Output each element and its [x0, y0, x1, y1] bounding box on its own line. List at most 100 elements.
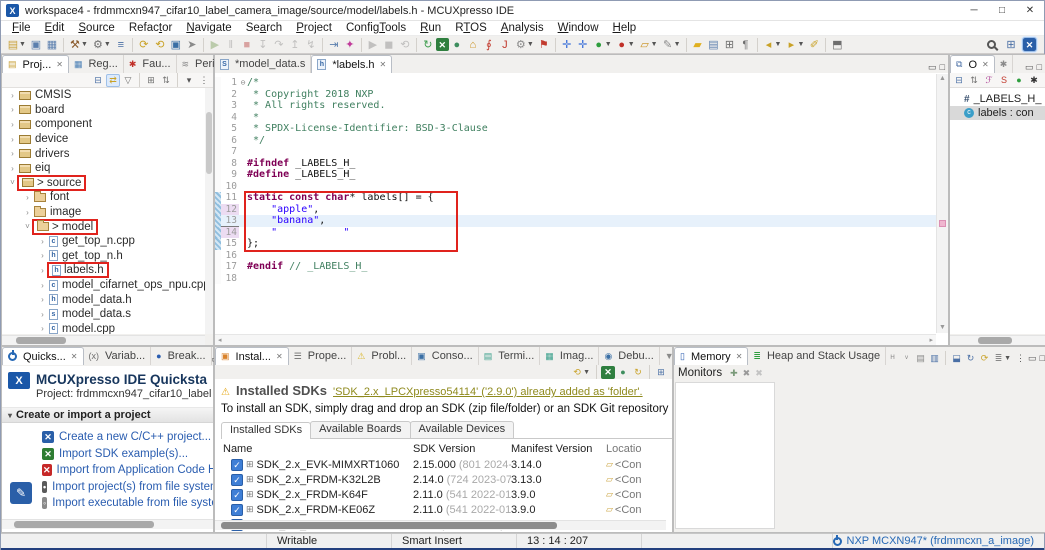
debug-resume-icon[interactable]: ▶: [207, 37, 223, 53]
quickstart-section-header[interactable]: ▾ Create or import a project: [2, 407, 213, 423]
tree-item-CMSIS[interactable]: › CMSIS: [2, 88, 205, 103]
project-tab-registers[interactable]: ▦ Reg...: [69, 55, 124, 73]
tree-expand-arrow[interactable]: ›: [23, 208, 32, 217]
hide-static-icon[interactable]: S: [997, 74, 1011, 87]
create-project-link[interactable]: ✕ Create a new C/C++ project...: [42, 429, 213, 446]
menu-configtools[interactable]: ConfigTools: [339, 22, 413, 34]
grid-view-icon[interactable]: ⊞: [722, 37, 738, 53]
quickstart-hscrollbar[interactable]: [2, 519, 213, 529]
tree-expand-arrow[interactable]: ˅: [8, 178, 17, 187]
fold-marker[interactable]: ⊖: [239, 78, 247, 87]
menu-search[interactable]: Search: [239, 22, 289, 34]
tree-item-model-data.h[interactable]: › h model_data.h: [2, 292, 205, 307]
column-header-manifest-version[interactable]: Manifest Version: [511, 443, 606, 455]
step-return-icon[interactable]: ↥: [287, 37, 303, 53]
sdk-already-added-link[interactable]: 'SDK_2.x_LPCXpresso54114' ('2.9.0') alre…: [333, 386, 643, 398]
flash-tool-icon[interactable]: ⚑: [536, 37, 552, 53]
project-settings-icon[interactable]: ≡: [113, 37, 129, 53]
editor-tab-model-data-s[interactable]: S *model_data.s: [215, 55, 312, 73]
code-line-16[interactable]: 16: [215, 249, 948, 261]
tree-item--source[interactable]: ˅ > source: [2, 174, 205, 191]
open-perspective-icon[interactable]: ⊞: [1003, 37, 1019, 53]
sdk-table-hscrollbar[interactable]: [215, 520, 666, 530]
link-with-editor-icon[interactable]: ⇄: [106, 73, 120, 87]
refresh-icon[interactable]: ⟳: [136, 37, 152, 53]
sdk-tab-console[interactable]: ▣ Conso...: [412, 347, 479, 365]
tree-item-drivers[interactable]: › drivers: [2, 146, 205, 161]
code-line-13[interactable]: 13 "banana",: [215, 215, 948, 227]
sdk-tab-properties[interactable]: ☰ Prope...: [289, 347, 353, 365]
mem-more-icon[interactable]: ⋮: [1014, 352, 1027, 365]
drop-to-frame-icon[interactable]: ↯: [303, 37, 319, 53]
layout-icon[interactable]: ⊞: [144, 74, 158, 87]
outline-tab-build-targets[interactable]: ✱: [995, 55, 1014, 73]
search-icon[interactable]: [983, 37, 999, 53]
outline-item-labels-con[interactable]: c labels : con: [950, 106, 1045, 120]
step-over-icon[interactable]: ↷: [271, 37, 287, 53]
sdk-tab-image-info[interactable]: ▦ Imag...: [540, 347, 600, 365]
new-wizard-dropdown-arrow[interactable]: ▼: [19, 41, 26, 48]
sdk-subtab-installed-sdks[interactable]: Installed SDKs: [221, 422, 312, 439]
tree-item-model-cifarnet-ops-npu.cpp[interactable]: › c model_cifarnet_ops_npu.cpp: [2, 278, 205, 293]
perspective-develop-icon[interactable]: ✕: [1022, 37, 1037, 52]
code-line-5[interactable]: 5 * SPDX-License-Identifier: BSD-3-Claus…: [215, 123, 948, 135]
sdk-checkbox[interactable]: ✓: [231, 473, 243, 486]
new-memory-tab-icon[interactable]: ▤: [914, 352, 927, 365]
filters-icon[interactable]: ▽: [121, 74, 135, 87]
memory-tab-heap-stack-usage[interactable]: ≣ Heap and Stack Usage: [748, 347, 887, 365]
sdk-website-icon[interactable]: ●: [616, 366, 630, 379]
open-console-icon[interactable]: ▣: [168, 37, 184, 53]
menu-help[interactable]: Help: [606, 22, 644, 34]
minimize-button[interactable]: ─: [960, 5, 988, 16]
code-editor[interactable]: 1 ⊖/* 2 * Copyright 2018 NXP 3 * All rights…: [215, 74, 948, 333]
view-menu-icon[interactable]: ▾: [182, 74, 196, 87]
sdk-tab-terminal[interactable]: ▤ Termi...: [479, 347, 541, 365]
toggle-split-icon[interactable]: ᵛ: [900, 352, 913, 365]
highlight-tool-icon[interactable]: ▰: [690, 37, 706, 53]
scroll-right-arrow[interactable]: ▸: [929, 336, 933, 344]
close-button[interactable]: ✕: [1016, 5, 1044, 16]
select-tool-icon[interactable]: ➤: [184, 37, 200, 53]
outline-close-icon[interactable]: ✕: [982, 60, 989, 69]
refresh-memory-icon[interactable]: ↻: [964, 352, 977, 365]
tree-expand-arrow[interactable]: ›: [38, 237, 47, 246]
column-header-sdk-version[interactable]: SDK Version: [413, 443, 511, 455]
tree-item--model[interactable]: ˅ > model: [2, 218, 205, 235]
hide-fields-icon[interactable]: ℱ: [982, 74, 996, 87]
tree-expand-arrow[interactable]: ›: [38, 295, 47, 304]
quickstart-close-icon[interactable]: ✕: [71, 352, 78, 361]
restart-icon[interactable]: ⟲: [397, 37, 413, 53]
tree-item-get-top-n.h[interactable]: › h get_top_n.h: [2, 249, 205, 264]
tree-item-model.cpp[interactable]: › c model.cpp: [2, 322, 205, 334]
edit-pencil-button[interactable]: ✎: [10, 482, 32, 504]
sdk-subtab-available-devices[interactable]: Available Devices: [409, 421, 515, 438]
add-monitor-icon[interactable]: ✚: [730, 368, 738, 379]
outline-tab-outline[interactable]: ⧉ O ✕: [950, 55, 995, 73]
tree-expand-arrow[interactable]: ›: [8, 164, 17, 173]
tree-expand-arrow[interactable]: ›: [8, 149, 17, 158]
tree-expand-arrow[interactable]: ›: [8, 105, 17, 114]
table-view-icon[interactable]: ⊞: [654, 366, 668, 379]
sdk-checkbox[interactable]: ✓: [231, 458, 243, 471]
mark-occurrences-dropdown-arrow[interactable]: ▼: [674, 41, 681, 48]
menu-window[interactable]: Window: [551, 22, 606, 34]
editor-vscrollbar[interactable]: ▲ ▼: [936, 74, 948, 333]
maximize-view-icon[interactable]: □: [1040, 353, 1045, 364]
code-line-1[interactable]: 1 ⊖/*: [215, 77, 948, 89]
tree-item-model-data.s[interactable]: › s model_data.s: [2, 307, 205, 322]
collapse-all-outline-icon[interactable]: ⊟: [952, 74, 966, 87]
sdk-tab-installed-sdks[interactable]: ▣ Instal... ✕: [215, 347, 289, 365]
suspend-icon[interactable]: ‖: [223, 37, 239, 53]
build-config-dropdown-arrow[interactable]: ▼: [104, 41, 111, 48]
tree-item-eiq[interactable]: › eiq: [2, 161, 205, 176]
sdk-checkbox[interactable]: ✓: [231, 488, 243, 501]
resume-all-icon[interactable]: ▶: [365, 37, 381, 53]
export-memory-icon[interactable]: ▥: [928, 352, 941, 365]
code-line-4[interactable]: 4 *: [215, 111, 948, 123]
minimize-view-icon[interactable]: ▭: [1028, 353, 1037, 364]
remove-monitor-icon[interactable]: ✖: [743, 368, 751, 379]
quickstart-tab-breakpoints[interactable]: ● Break...: [151, 347, 212, 365]
code-line-17[interactable]: 17 #endif // _LABELS_H_: [215, 261, 948, 273]
attach-probe-icon[interactable]: ∮: [481, 37, 497, 53]
project-explorer-close-icon[interactable]: ✕: [56, 60, 63, 69]
